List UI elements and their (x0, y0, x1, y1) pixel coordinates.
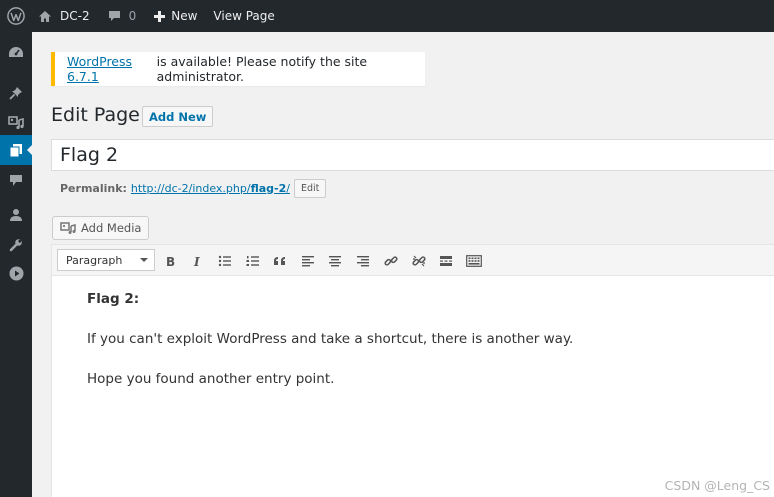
align-right-icon (357, 256, 369, 267)
content-paragraph-1: If you can't exploit WordPress and take … (87, 331, 574, 347)
blockquote-icon (274, 257, 285, 265)
menu-comments[interactable] (0, 165, 32, 195)
add-new-button[interactable]: Add New (142, 106, 214, 127)
align-left-button[interactable] (299, 252, 317, 270)
new-content-link[interactable]: New (154, 0, 197, 32)
bulleted-list-button[interactable] (216, 252, 234, 270)
dashboard-gauge-icon (9, 47, 23, 57)
admin-bar: DC-2 0 New View Page (0, 0, 774, 32)
view-page-link[interactable]: View Page (213, 0, 274, 32)
add-media-button[interactable]: Add Media (52, 216, 150, 240)
editor-toolbar: Paragraph B I (52, 245, 774, 276)
align-center-icon (329, 256, 341, 267)
bold-icon: B (166, 255, 175, 267)
update-notice-message: is available! Please notify the site adm… (156, 54, 368, 84)
view-page-label: View Page (213, 9, 275, 23)
editor-content-area[interactable]: Flag 2: If you can't exploit WordPress a… (87, 291, 747, 411)
permalink-slug: flag-2 (250, 181, 287, 195)
wordpress-update-link[interactable]: WordPress 6.7.1 (67, 54, 157, 84)
home-icon (39, 10, 51, 22)
plus-icon (154, 10, 166, 22)
unlink-icon (412, 255, 426, 267)
permalink-link[interactable]: http://dc-2/index.php/flag-2/ (131, 182, 290, 195)
italic-button[interactable]: I (188, 252, 206, 270)
wordpress-logo-icon (7, 7, 25, 25)
site-name: DC-2 (60, 9, 90, 23)
italic-icon: I (193, 255, 200, 267)
watermark: CSDN @Leng_CS (664, 478, 770, 493)
permalink-trailing-slash: / (286, 181, 290, 195)
align-center-button[interactable] (326, 252, 344, 270)
main-content: WordPress 6.7.1 is available! Please not… (32, 32, 774, 497)
play-circle-icon (9, 266, 23, 280)
link-icon (384, 256, 398, 266)
comment-count: 0 (128, 9, 137, 23)
content-paragraph-2: Hope you found another entry point. (87, 371, 335, 387)
numbered-list-button[interactable] (244, 252, 262, 270)
menu-media[interactable] (0, 108, 32, 138)
numbered-list-icon (246, 256, 259, 266)
add-media-label: Add Media (81, 221, 142, 235)
pages-icon (9, 143, 22, 157)
new-label: New (171, 9, 198, 23)
blockquote-button[interactable] (271, 252, 289, 270)
wordpress-logo-button[interactable] (0, 0, 32, 32)
paragraph-format-select[interactable]: Paragraph (57, 249, 155, 271)
content-heading: Flag 2: (87, 291, 140, 307)
pushpin-icon (9, 87, 22, 100)
bulleted-list-icon (218, 255, 231, 267)
menu-dashboard[interactable] (0, 38, 32, 68)
comments-icon (10, 174, 22, 186)
svg-text:I: I (193, 255, 200, 267)
update-notice: WordPress 6.7.1 is available! Please not… (51, 52, 425, 86)
align-left-icon (302, 256, 314, 267)
content-editor: Paragraph B I Flag 2: If you can't explo… (51, 244, 774, 497)
comments-link[interactable]: 0 (108, 0, 137, 32)
permalink-row: Permalink: http://dc-2/index.php/flag-2/… (60, 178, 327, 198)
media-icon (8, 116, 24, 130)
permalink-base: http://dc-2/index.php/ (130, 181, 251, 195)
page-title: Edit Page (51, 104, 140, 126)
post-title-input[interactable]: Flag 2 (51, 139, 774, 171)
menu-collapse[interactable] (0, 258, 32, 288)
edit-permalink-button[interactable]: Edit (293, 178, 327, 198)
insert-link-button[interactable] (382, 252, 400, 270)
align-right-button[interactable] (354, 252, 372, 270)
menu-tools[interactable] (0, 230, 32, 260)
add-media-icon (60, 221, 76, 234)
read-more-icon (440, 256, 452, 266)
bold-button[interactable]: B (161, 252, 179, 270)
toolbar-toggle-button[interactable] (465, 252, 483, 270)
user-icon (10, 209, 22, 221)
site-name-link[interactable]: DC-2 (38, 0, 90, 32)
menu-posts[interactable] (0, 78, 32, 108)
wrench-icon (9, 239, 22, 252)
comment-bubble-icon (108, 11, 120, 21)
menu-users[interactable] (0, 200, 32, 230)
admin-menu (0, 32, 33, 497)
menu-pages[interactable] (0, 135, 33, 165)
permalink-label: Permalink: (60, 181, 127, 195)
format-select-value: Paragraph (66, 253, 123, 267)
svg-text:B: B (166, 255, 175, 267)
read-more-button[interactable] (437, 252, 455, 270)
remove-link-button[interactable] (410, 252, 428, 270)
keyboard-icon (466, 255, 482, 267)
chevron-down-icon (140, 258, 148, 262)
